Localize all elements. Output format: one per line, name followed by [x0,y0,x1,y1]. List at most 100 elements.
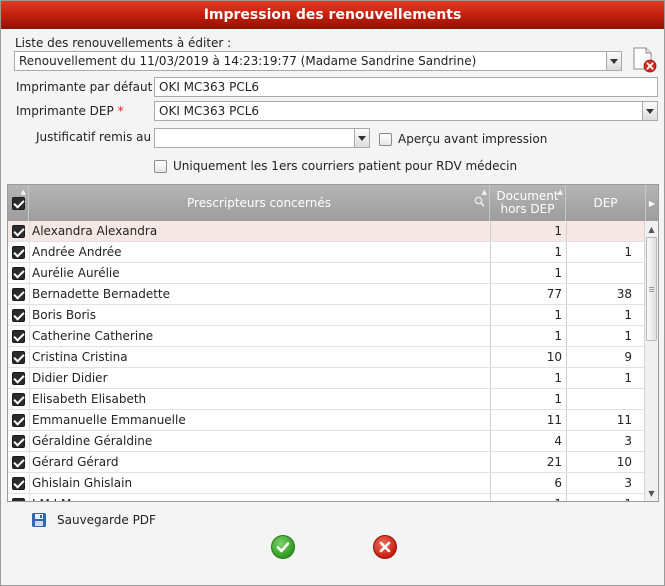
doc-count: 21 [490,452,566,472]
header-select-all[interactable]: ▲ [8,185,29,221]
table-row[interactable]: Didier Didier 1 1 [8,368,644,389]
header-prescribers[interactable]: Prescripteurs concernés ▲ [29,185,490,221]
row-checkbox-cell[interactable] [8,263,28,283]
justif-select[interactable] [154,128,370,148]
row-checkbox[interactable] [11,434,25,448]
dep-printer-dropdown-arrow[interactable] [642,102,657,120]
header-scroll-right[interactable]: ▶ [646,185,658,221]
header-dep[interactable]: DEP [566,185,646,221]
row-checkbox-cell[interactable] [8,347,28,367]
grid-body: Alexandra Alexandra 1 Andrée Andrée 1 1 Aurél… [8,221,644,501]
table-row[interactable]: Gérard Gérard 21 10 [8,452,644,473]
table-row[interactable]: Ghislain Ghislain 6 3 [8,473,644,494]
dep-count: 9 [566,347,636,367]
dep-count: 38 [566,284,636,304]
grid-header: ▲ Prescripteurs concernés ▲ Document hor… [8,185,658,221]
prescriber-name: Cristina Cristina [29,347,490,367]
prescriber-name: Ghislain Ghislain [29,473,490,493]
table-row[interactable]: Aurélie Aurélie 1 [8,263,644,284]
dep-printer-label-text: Imprimante DEP [16,104,114,118]
default-printer-label: Imprimante par défaut [16,80,153,94]
chevron-right-icon: ▶ [648,198,656,208]
first-letters-option[interactable]: Uniquement les 1ers courriers patient po… [154,159,517,173]
row-checkbox[interactable] [11,245,25,259]
doc-count: 77 [490,284,566,304]
sort-icon: ▲ [20,188,26,196]
preview-option[interactable]: Aperçu avant impression [379,132,547,146]
row-checkbox-cell[interactable] [8,431,28,451]
scroll-thumb[interactable] [646,237,657,341]
grid-scrollbar[interactable]: ▲ ▼ [644,221,658,501]
save-pdf-link[interactable]: Sauvegarde PDF [31,512,156,528]
row-checkbox[interactable] [11,308,25,322]
doc-count: 10 [490,347,566,367]
header-doc-label: Document hors DEP [496,189,559,216]
row-checkbox-cell[interactable] [8,242,28,262]
row-checkbox-cell[interactable] [8,410,28,430]
sort-icon: ▲ [557,188,563,196]
dep-count: 1 [566,494,636,501]
renewal-list-dropdown-arrow[interactable] [606,52,621,70]
row-checkbox[interactable] [11,476,25,490]
default-printer-field[interactable]: OKI MC363 PCL6 [154,77,658,97]
justif-dropdown-arrow[interactable] [354,129,369,147]
dep-count: 3 [566,473,636,493]
prescriber-name: Alexandra Alexandra [29,221,490,241]
row-checkbox[interactable] [11,371,25,385]
row-checkbox[interactable] [11,287,25,301]
row-checkbox[interactable] [11,455,25,469]
doc-count: 1 [490,326,566,346]
table-row[interactable]: Catherine Catherine 1 1 [8,326,644,347]
scroll-up-arrow[interactable]: ▲ [645,222,658,236]
chevron-down-icon [610,58,618,64]
table-row[interactable]: Cristina Cristina 10 9 [8,347,644,368]
doc-count: 4 [490,431,566,451]
row-checkbox-cell[interactable] [8,305,28,325]
row-checkbox-cell[interactable] [8,368,28,388]
table-row[interactable]: Boris Boris 1 1 [8,305,644,326]
justif-label: Justificatif remis au [36,130,152,144]
row-checkbox-cell[interactable] [8,326,28,346]
dep-count: 10 [566,452,636,472]
row-checkbox[interactable] [11,350,25,364]
renewal-list-select[interactable]: Renouvellement du 11/03/2019 à 14:23:19:… [14,51,622,71]
preview-checkbox[interactable] [379,132,392,146]
table-row[interactable]: Elisabeth Elisabeth 1 [8,389,644,410]
row-checkbox-cell[interactable] [8,494,28,501]
dep-count: 11 [566,410,636,430]
cancel-button[interactable] [373,535,397,559]
ok-button[interactable] [271,535,295,559]
dep-printer-select[interactable]: OKI MC363 PCL6 [154,101,658,121]
prescriber-name: Aurélie Aurélie [29,263,490,283]
doc-count: 1 [490,221,566,241]
dep-count: 3 [566,431,636,451]
doc-count: 1 [490,242,566,262]
scroll-down-arrow[interactable]: ▼ [645,486,658,500]
header-doc[interactable]: Document hors DEP ▲ [490,185,566,221]
doc-count: 1 [490,263,566,283]
table-row[interactable]: Alexandra Alexandra 1 [8,221,644,242]
table-row[interactable]: J-M J-M11 [8,494,644,501]
row-checkbox[interactable] [11,329,25,343]
table-row[interactable]: Bernadette Bernadette 77 38 [8,284,644,305]
row-checkbox[interactable] [11,392,25,406]
row-checkbox[interactable] [11,224,25,238]
row-checkbox-cell[interactable] [8,473,28,493]
table-row[interactable]: Emmanuelle Emmanuelle 11 11 [8,410,644,431]
save-pdf-label: Sauvegarde PDF [57,513,156,527]
row-checkbox[interactable] [11,266,25,280]
row-checkbox[interactable] [11,413,25,427]
doc-count: 1 [490,494,566,501]
table-row[interactable]: Géraldine Géraldine 4 3 [8,431,644,452]
row-checkbox[interactable] [11,497,25,501]
dep-count: 1 [566,368,636,388]
row-checkbox-cell[interactable] [8,221,28,241]
row-checkbox-cell[interactable] [8,389,28,409]
delete-renewal-button[interactable] [631,45,657,73]
chevron-down-icon [646,108,654,114]
table-row[interactable]: Andrée Andrée 1 1 [8,242,644,263]
row-checkbox-cell[interactable] [8,284,28,304]
doc-count: 1 [490,389,566,409]
first-letters-checkbox[interactable] [154,159,167,173]
row-checkbox-cell[interactable] [8,452,28,472]
